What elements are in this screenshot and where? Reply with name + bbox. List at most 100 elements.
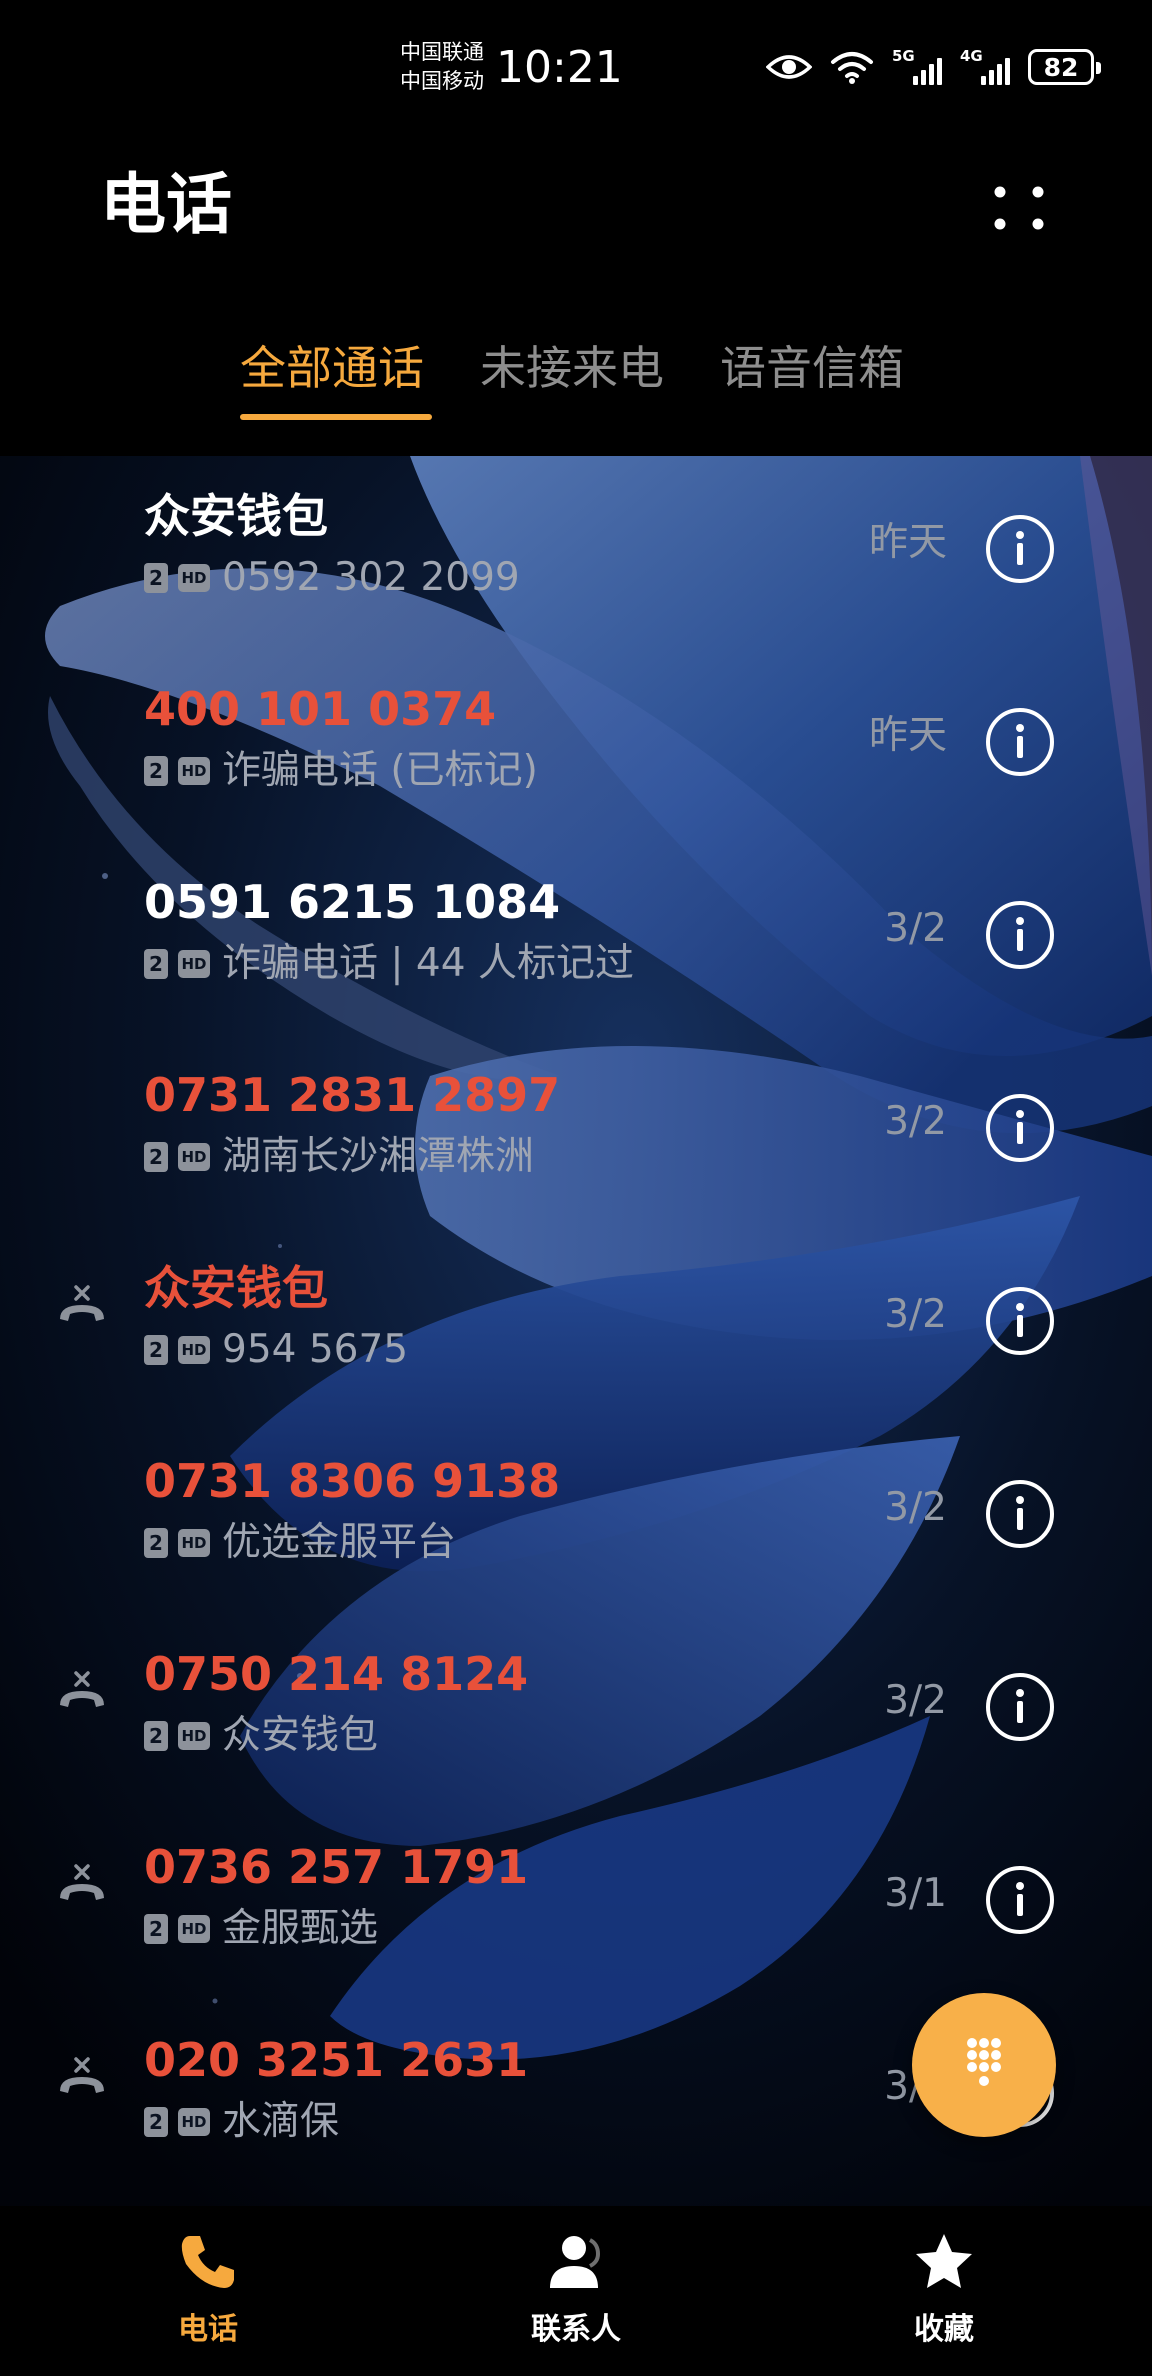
call-log-item[interactable]: 0731 2831 2897 2 HD 湖南长沙湘潭株洲 3/2: [0, 1035, 1152, 1228]
rejected-call-icon: [60, 1671, 104, 1707]
carrier-2: 中国移动: [400, 69, 484, 93]
hd-badge: HD: [178, 1529, 210, 1557]
call-info-button[interactable]: [986, 1866, 1054, 1934]
call-detail: 954 5675: [222, 1327, 409, 1372]
call-time: 昨天: [868, 520, 947, 565]
caller-name: 0736 257 1791: [144, 1840, 529, 1894]
hd-badge: HD: [178, 757, 210, 785]
call-details: 2 HD 诈骗电话 | 44 人标记过: [144, 942, 634, 986]
call-time: 3/1: [884, 1871, 947, 1916]
carrier-info: 中国联通 中国移动: [400, 38, 484, 96]
call-log-item[interactable]: 众安钱包 2 HD 954 5675 3/2: [0, 1228, 1152, 1421]
hd-badge: HD: [178, 1143, 210, 1171]
signal-4g-icon: 4G: [960, 47, 1010, 87]
tab-missed-calls[interactable]: 未接来电: [480, 338, 664, 398]
call-time: 3/2: [884, 1099, 947, 1144]
caller-name: 400 101 0374: [144, 682, 497, 736]
info-icon: [1016, 1496, 1024, 1530]
call-info-button[interactable]: [986, 708, 1054, 776]
caller-name: 众安钱包: [144, 1261, 328, 1315]
call-details: 2 HD 诈骗电话 (已标记): [144, 749, 538, 793]
signal-4g-label: 4G: [960, 47, 983, 65]
call-details: 2 HD 954 5675: [144, 1328, 408, 1372]
more-dots-icon: [994, 186, 1044, 230]
sim-badge: 2: [144, 563, 168, 593]
call-details: 2 HD 湖南长沙湘潭株洲: [144, 1135, 534, 1179]
status-bar: 中国联通 中国移动 10:21 5G 4G 82: [0, 0, 1152, 130]
carrier-1: 中国联通: [400, 40, 484, 64]
info-icon: [1016, 1110, 1024, 1144]
call-log-item[interactable]: 0736 257 1791 2 HD 金服甄选 3/1: [0, 1807, 1152, 2000]
signal-5g-label: 5G: [892, 47, 915, 65]
call-info-button[interactable]: [986, 515, 1054, 583]
call-info-button[interactable]: [986, 1094, 1054, 1162]
call-details: 2 HD 0592 302 2099: [144, 556, 520, 600]
dialpad-icon: [967, 2038, 1001, 2086]
call-time: 3/2: [884, 1292, 947, 1337]
phone-icon: [181, 2236, 234, 2288]
nav-label: 联系人: [531, 2312, 621, 2347]
sim-badge: 2: [144, 756, 168, 786]
call-time: 3/2: [884, 906, 947, 951]
call-detail: 金服甄选: [222, 1906, 379, 1951]
caller-name: 020 3251 2631: [144, 2033, 529, 2087]
rejected-call-icon: [60, 1285, 104, 1321]
call-log-item[interactable]: 0731 8306 9138 2 HD 优选金服平台 3/2: [0, 1421, 1152, 1614]
call-detail: 诈骗电话 (已标记): [222, 748, 538, 793]
call-log-item[interactable]: 众安钱包 2 HD 0592 302 2099 昨天: [0, 456, 1152, 649]
wifi-icon: [831, 52, 873, 84]
call-detail: 湖南长沙湘潭株洲: [222, 1134, 535, 1179]
sim-badge: 2: [144, 1914, 168, 1944]
nav-favorites[interactable]: 收藏: [824, 2230, 1064, 2350]
battery-icon: 82: [1028, 49, 1101, 85]
call-detail: 0592 302 2099: [222, 555, 520, 600]
sim-badge: 2: [144, 1335, 168, 1365]
call-tabs: 全部通话 未接来电 语音信箱: [0, 330, 1152, 430]
caller-name: 0731 2831 2897: [144, 1068, 561, 1122]
info-icon: [1016, 1303, 1024, 1337]
status-icons: 5G 4G 82: [766, 44, 1101, 90]
more-options-button[interactable]: [978, 172, 1060, 254]
call-log[interactable]: 众安钱包 2 HD 0592 302 2099 昨天 400 101 0374 …: [0, 456, 1152, 2206]
call-log-item[interactable]: 0750 214 8124 2 HD 众安钱包 3/2: [0, 1614, 1152, 1807]
rejected-call-icon: [60, 1864, 104, 1900]
caller-name: 0591 6215 1084: [144, 875, 561, 929]
phone-app-screen: 中国联通 中国移动 10:21 5G 4G 82 电话 全部通话 未接来电 语音…: [0, 0, 1152, 2376]
call-log-item[interactable]: 0591 6215 1084 2 HD 诈骗电话 | 44 人标记过 3/2: [0, 842, 1152, 1035]
caller-name: 0731 8306 9138: [144, 1454, 561, 1508]
info-icon: [1016, 531, 1024, 565]
nav-contacts[interactable]: 联系人: [456, 2230, 696, 2350]
sim-badge: 2: [144, 2107, 168, 2137]
dialpad-button[interactable]: [912, 1993, 1056, 2137]
call-detail: 水滴保: [222, 2099, 340, 2144]
bottom-navigation: 电话 联系人 收藏: [0, 2206, 1152, 2376]
eye-icon: [766, 55, 812, 79]
page-title: 电话: [100, 166, 232, 243]
call-detail: 优选金服平台: [222, 1520, 457, 1565]
call-detail: 众安钱包: [222, 1713, 379, 1758]
star-icon: [916, 2234, 972, 2288]
call-info-button[interactable]: [986, 1673, 1054, 1741]
call-info-button[interactable]: [986, 1287, 1054, 1355]
tab-voicemail[interactable]: 语音信箱: [720, 338, 904, 398]
nav-label: 电话: [178, 2312, 238, 2347]
caller-name: 0750 214 8124: [144, 1647, 529, 1701]
call-details: 2 HD 众安钱包: [144, 1714, 378, 1758]
sim-badge: 2: [144, 949, 168, 979]
call-info-button[interactable]: [986, 1480, 1054, 1548]
tab-all-calls[interactable]: 全部通话: [240, 338, 424, 398]
call-time: 3/2: [884, 1485, 947, 1530]
clock: 10:21: [496, 42, 623, 93]
info-icon: [1016, 1882, 1024, 1916]
nav-label: 收藏: [914, 2312, 974, 2347]
hd-badge: HD: [178, 564, 210, 592]
hd-badge: HD: [178, 950, 210, 978]
call-details: 2 HD 金服甄选: [144, 1907, 378, 1951]
hd-badge: HD: [178, 1915, 210, 1943]
call-info-button[interactable]: [986, 901, 1054, 969]
nav-phone[interactable]: 电话: [88, 2230, 328, 2350]
battery-level: 82: [1043, 52, 1079, 82]
call-log-item[interactable]: 400 101 0374 2 HD 诈骗电话 (已标记) 昨天: [0, 649, 1152, 842]
rejected-call-icon: [60, 2057, 104, 2093]
tab-indicator: [240, 414, 432, 420]
